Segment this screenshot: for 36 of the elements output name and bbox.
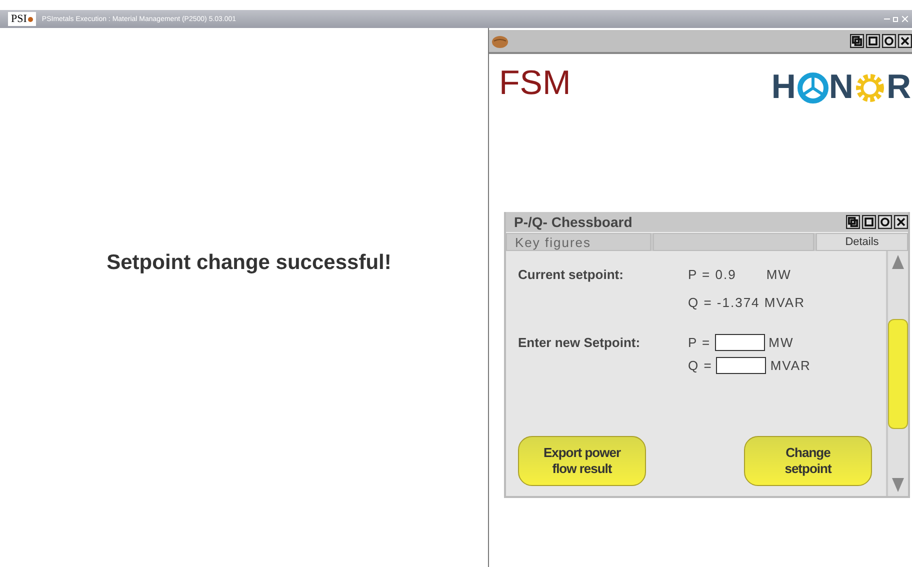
unit-text: MW bbox=[766, 267, 792, 282]
maximize-icon[interactable] bbox=[862, 215, 876, 229]
field-label: P = bbox=[688, 335, 711, 350]
field-label: Enter new Setpoint: bbox=[518, 335, 642, 350]
value-text: Q = -1.374 MVAR bbox=[688, 295, 806, 310]
circle-icon[interactable] bbox=[878, 215, 892, 229]
scroll-thumb[interactable] bbox=[888, 318, 908, 428]
restore-icon[interactable] bbox=[846, 215, 860, 229]
up-arrow-icon[interactable] bbox=[892, 255, 904, 269]
logo-letter: R bbox=[886, 68, 912, 107]
turbine-icon bbox=[796, 72, 829, 104]
status-message: Setpoint change successful! bbox=[106, 250, 392, 274]
logo-letter: H bbox=[771, 68, 797, 107]
input-field[interactable] bbox=[716, 357, 766, 374]
scrollbar[interactable] bbox=[886, 251, 908, 496]
logo-letter: N bbox=[828, 68, 854, 107]
value-text: P = 0.9 bbox=[688, 267, 736, 282]
tab[interactable]: Key figures bbox=[506, 233, 651, 251]
circle-icon[interactable] bbox=[882, 34, 896, 48]
app-logo: PSI bbox=[8, 12, 36, 26]
action-button[interactable]: Change setpoint bbox=[744, 436, 872, 486]
restore-icon[interactable] bbox=[850, 34, 864, 48]
panel-title: P-/Q- Chessboard bbox=[514, 214, 632, 230]
app-title: FSM bbox=[499, 64, 571, 103]
field-label: Current setpoint: bbox=[518, 267, 624, 282]
maximize-icon[interactable] bbox=[866, 34, 880, 48]
input-field[interactable] bbox=[714, 334, 765, 351]
action-button[interactable]: Export power flow result bbox=[518, 436, 646, 486]
close-icon[interactable] bbox=[898, 34, 912, 48]
unit-text: MVAR bbox=[770, 358, 811, 373]
field-label: Q = bbox=[688, 358, 712, 373]
close-icon[interactable] bbox=[894, 215, 908, 229]
gear-icon bbox=[854, 72, 886, 104]
unit-text: MW bbox=[768, 335, 794, 350]
down-arrow-icon[interactable] bbox=[892, 478, 904, 492]
tab[interactable]: Details bbox=[816, 233, 908, 251]
